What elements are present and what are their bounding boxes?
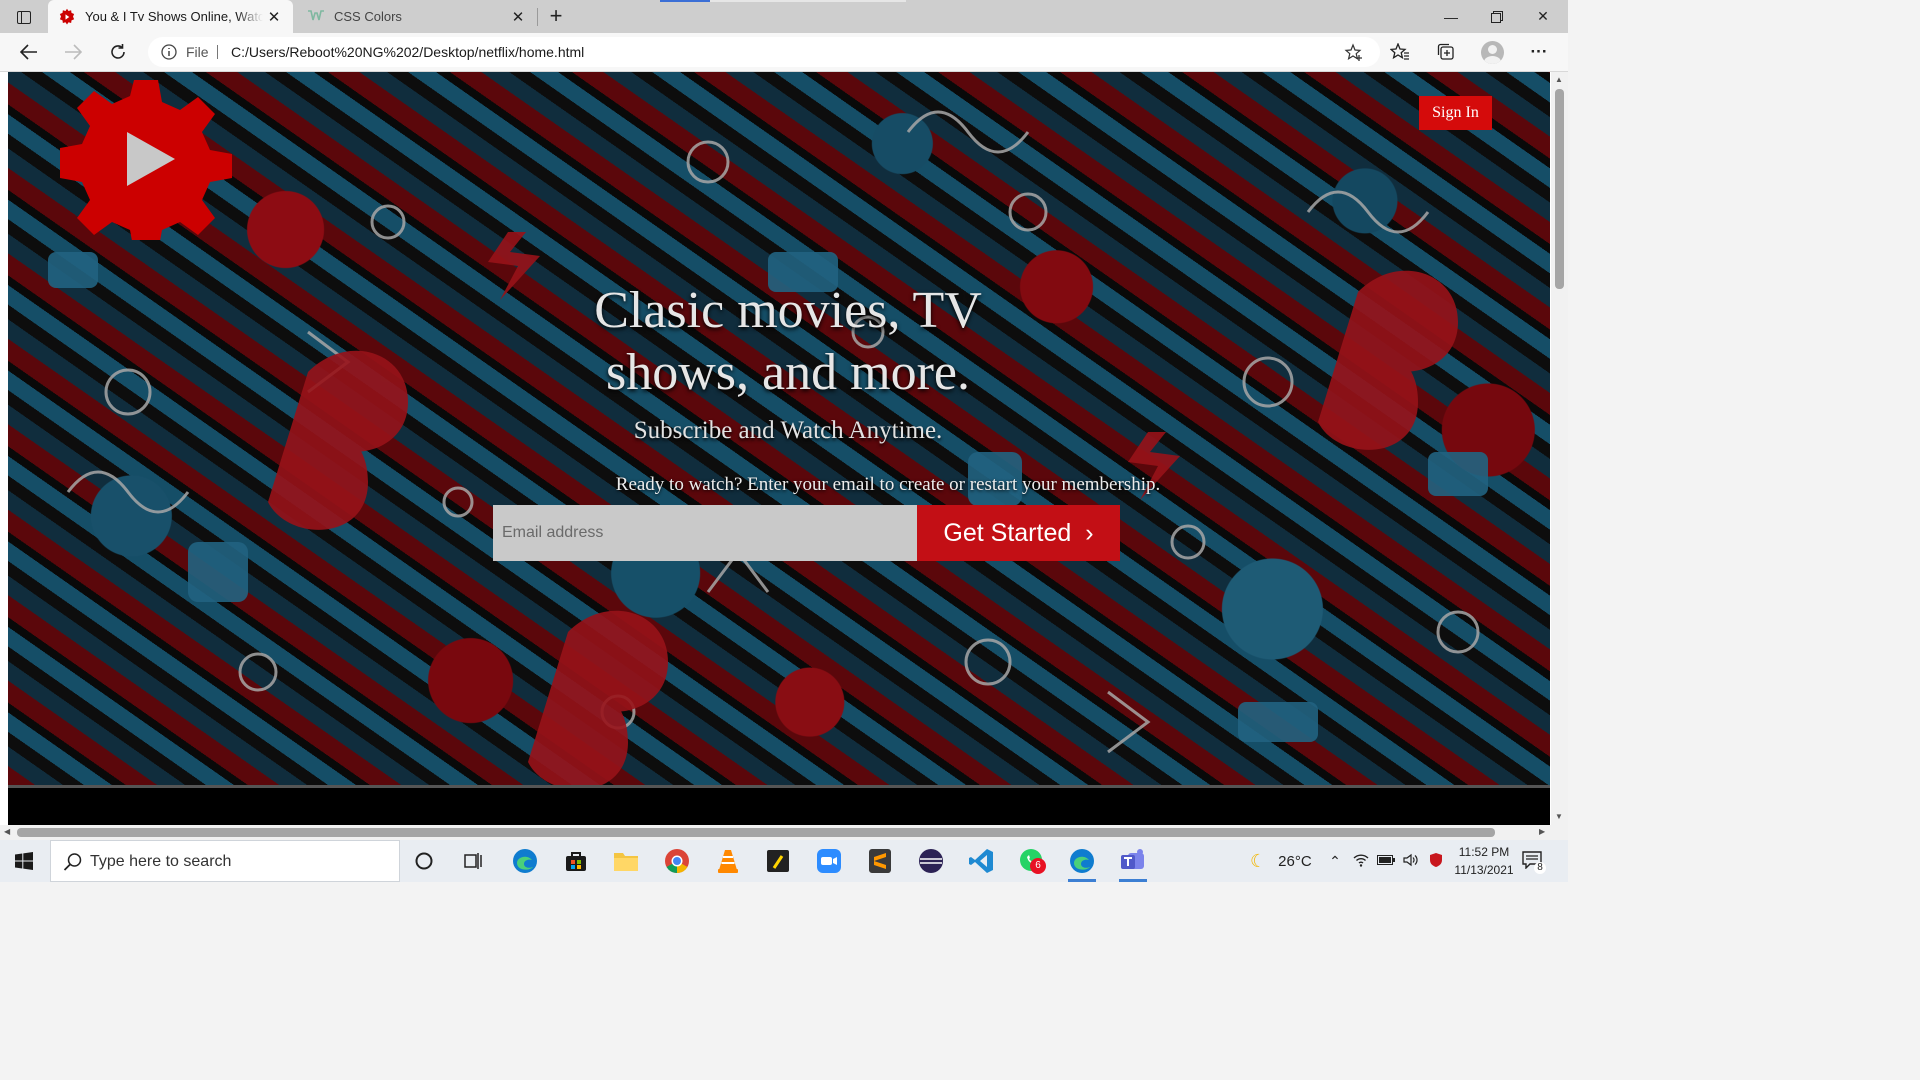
horizontal-scroll-thumb[interactable] (17, 828, 1495, 837)
tab-actions-button[interactable] (8, 6, 40, 28)
tab-css-colors[interactable]: CSS Colors ✕ (297, 0, 537, 33)
system-tray: ⌃ (1327, 840, 1443, 882)
refresh-icon (111, 44, 125, 59)
store-app-icon[interactable] (556, 844, 596, 878)
w3-favicon-icon (307, 8, 325, 26)
close-window-button[interactable]: ✕ (1520, 0, 1566, 33)
scroll-right-icon[interactable]: ▶ (1539, 827, 1545, 836)
volume-icon[interactable] (1403, 853, 1419, 870)
scroll-left-icon[interactable]: ◀ (4, 827, 10, 836)
navigation-bar: File C:/Users/Reboot%20NG%202/Desktop/ne… (0, 33, 1568, 72)
tab-separator (537, 8, 538, 26)
moon-icon: ☾ (1250, 850, 1267, 871)
whatsapp-badge: 6 (1030, 858, 1046, 874)
favorites-icon (1390, 43, 1409, 60)
back-arrow-icon (20, 44, 37, 60)
address-divider (217, 45, 218, 59)
favorites-button[interactable] (1386, 39, 1414, 65)
tab-loading-indicator (660, 0, 710, 2)
chevron-up-icon[interactable]: ⌃ (1327, 853, 1343, 870)
weather-temperature: 26°C (1278, 852, 1312, 870)
tab-strip: You & I Tv Shows Online, Watch ✕ CSS Col… (0, 0, 1568, 33)
hero-subheadline: Subscribe and Watch Anytime. (633, 417, 943, 444)
search-placeholder: Type here to search (90, 853, 232, 870)
vlc-app-icon[interactable] (708, 844, 748, 878)
battery-icon[interactable] (1377, 853, 1395, 869)
back-button[interactable] (14, 38, 44, 66)
info-icon[interactable] (160, 43, 178, 61)
new-tab-button[interactable]: + (544, 5, 568, 29)
teams-app-icon[interactable] (1113, 844, 1153, 882)
signup-form: Get Started › (493, 505, 1120, 561)
start-button[interactable] (0, 840, 48, 882)
minimize-button[interactable]: — (1428, 0, 1474, 33)
sticky-notes-icon[interactable] (758, 844, 798, 878)
hero-headline: Clasic movies, TV shows, and more. (594, 282, 982, 401)
tab-title: CSS Colors (334, 9, 402, 24)
tab-loading-track (710, 0, 906, 2)
wifi-icon[interactable] (1353, 853, 1369, 870)
gear-play-favicon-icon (58, 8, 76, 26)
edge-active-window-icon[interactable] (1062, 844, 1102, 882)
profile-avatar[interactable] (1481, 41, 1504, 64)
vertical-scrollbar[interactable]: ▲ ▼ (1551, 72, 1568, 825)
zoom-app-icon[interactable] (809, 844, 849, 878)
gear-play-logo-icon[interactable] (52, 80, 238, 240)
clock-date: 11/13/2021 (1454, 863, 1514, 877)
notification-count: 8 (1534, 862, 1546, 874)
tab-close-icon[interactable]: ✕ (263, 6, 285, 28)
address-bar[interactable]: File C:/Users/Reboot%20NG%202/Desktop/ne… (148, 37, 1380, 67)
email-input[interactable] (493, 505, 917, 561)
scroll-up-icon[interactable]: ▲ (1555, 75, 1563, 84)
collections-button[interactable] (1432, 39, 1460, 65)
add-favorite-icon[interactable] (1344, 43, 1364, 63)
restore-button[interactable] (1474, 0, 1520, 33)
taskbar-clock[interactable]: 11:52 PM 11/13/2021 (1438, 843, 1530, 879)
sign-in-button[interactable]: Sign In (1419, 96, 1492, 130)
forward-button[interactable] (58, 38, 88, 66)
horizontal-scrollbar[interactable]: ◀ ▶ (0, 825, 1568, 840)
file-explorer-icon[interactable] (606, 844, 646, 878)
vertical-scroll-thumb[interactable] (1555, 89, 1564, 289)
forward-arrow-icon (65, 44, 82, 60)
tab-actions-icon (17, 10, 31, 24)
sublime-text-icon[interactable] (860, 844, 900, 878)
page-viewport: Sign In Clasic movies, TV shows, and mor… (0, 72, 1568, 825)
tab-you-and-i[interactable]: You & I Tv Shows Online, Watch ✕ (48, 0, 293, 33)
tab-title: You & I Tv Shows Online, Watch (85, 9, 263, 24)
chrome-app-icon[interactable] (657, 844, 697, 878)
windows-logo-icon (15, 852, 33, 870)
settings-more-button[interactable]: ··· (1525, 39, 1553, 65)
cortana-icon[interactable] (404, 844, 444, 878)
get-started-button[interactable]: Get Started › (917, 505, 1120, 561)
clock-time: 11:52 PM (1458, 845, 1510, 859)
url-text[interactable]: C:/Users/Reboot%20NG%202/Desktop/netflix… (231, 44, 584, 60)
footer-band (8, 788, 1550, 825)
taskbar-search[interactable]: Type here to search (50, 840, 400, 882)
refresh-button[interactable] (103, 38, 133, 66)
membership-prompt: Ready to watch? Enter your email to crea… (615, 474, 1161, 495)
weather-widget[interactable]: ☾ 26°C (1250, 840, 1312, 882)
search-icon (63, 853, 82, 871)
hero-section: Sign In Clasic movies, TV shows, and mor… (8, 72, 1550, 788)
scroll-down-icon[interactable]: ▼ (1555, 812, 1563, 821)
chevron-right-icon: › (1085, 518, 1094, 547)
notification-center-button[interactable]: 8 (1522, 851, 1546, 874)
collections-icon (1437, 43, 1454, 60)
edge-app-icon[interactable] (505, 844, 545, 878)
restore-icon (1491, 10, 1503, 23)
taskbar: Type here to search 6 ☾ 26°C ⌃ 11:52 PM … (0, 840, 1568, 882)
tab-close-icon[interactable]: ✕ (507, 6, 529, 28)
task-view-icon[interactable] (454, 844, 494, 878)
scheme-label: File (186, 44, 209, 60)
get-started-label: Get Started (943, 518, 1072, 547)
eclipse-app-icon[interactable] (911, 844, 951, 878)
vscode-app-icon[interactable] (961, 844, 1001, 878)
